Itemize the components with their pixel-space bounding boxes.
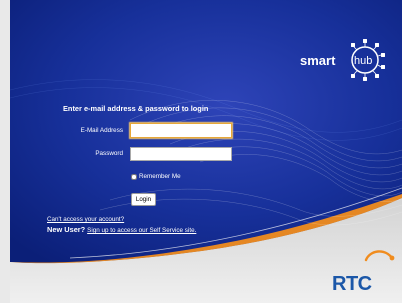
logo-text-smart: smart [300, 53, 336, 68]
login-button[interactable]: Login [131, 193, 156, 206]
cant-access-link[interactable]: Can't access your account? [47, 216, 124, 223]
email-label: E-Mail Address [80, 127, 123, 134]
remember-me-label: Remember Me [139, 173, 181, 180]
login-title: Enter e-mail address & password to login [63, 104, 209, 113]
password-field[interactable] [130, 147, 232, 161]
smarthub-logo: smart hub [300, 39, 385, 81]
email-field[interactable] [130, 123, 232, 138]
new-user-row: New User? Sign up to access our Self Ser… [47, 225, 196, 234]
login-page: smart hub Enter e-mail address & passwor… [0, 0, 402, 303]
password-label: Password [95, 150, 123, 157]
rtc-text: RTC [332, 273, 372, 295]
remember-me[interactable]: Remember Me [131, 173, 181, 180]
rtc-arc-icon [364, 250, 394, 262]
signup-link[interactable]: Sign up to access our Self Service site. [87, 227, 196, 234]
remember-me-checkbox[interactable] [131, 173, 137, 180]
rtc-logo: RTC [332, 250, 395, 295]
logo-text-hub: hub [354, 55, 372, 67]
new-user-label: New User? [47, 225, 86, 234]
login-frame: smart hub Enter e-mail address & passwor… [10, 0, 402, 303]
